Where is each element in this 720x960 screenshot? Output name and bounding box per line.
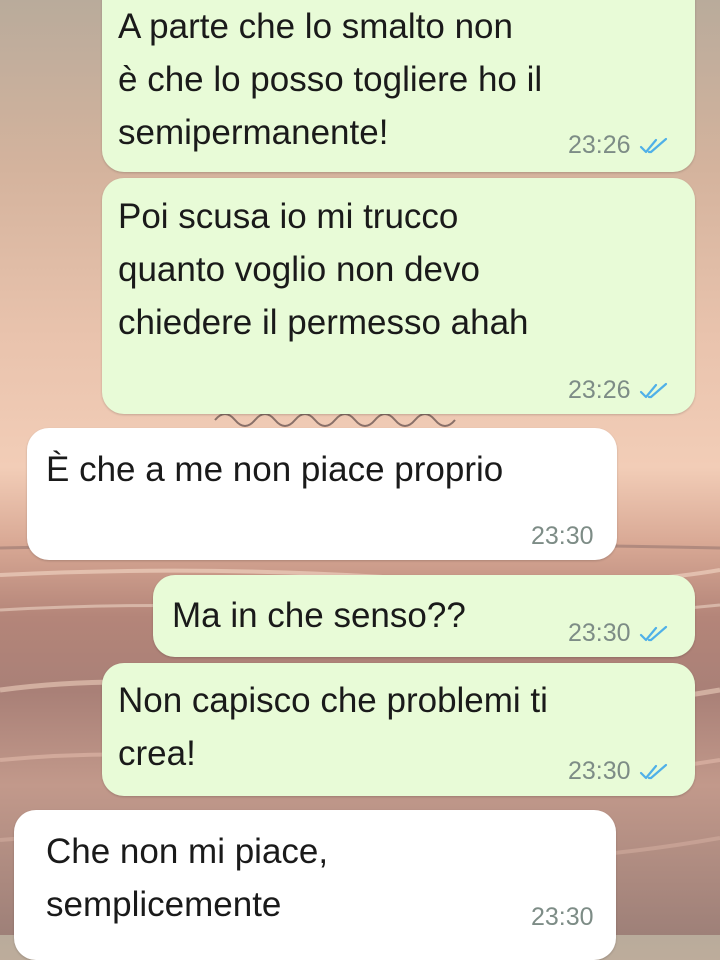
message-time: 23:30 (531, 522, 594, 550)
message-timestamp: 23:30 (568, 619, 669, 648)
double-check-icon (639, 137, 667, 153)
double-check-icon (639, 625, 667, 641)
message-time: 23:26 (568, 131, 631, 159)
message-text: Ma in che senso?? (172, 596, 466, 635)
double-check-icon (639, 763, 667, 779)
message-timestamp: 23:30 (531, 522, 594, 551)
message-text: Poi scusa io mi trucco quanto voglio non… (118, 197, 529, 342)
double-check-icon (639, 382, 667, 398)
message-time: 23:30 (568, 619, 631, 647)
message-timestamp: 23:30 (531, 903, 594, 932)
message-text: Che non mi piace, semplicemente (46, 832, 329, 924)
chat-message-list[interactable]: A parte che lo smalto non è che lo posso… (0, 0, 720, 960)
message-timestamp: 23:30 (568, 757, 669, 786)
message-timestamp: 23:26 (568, 376, 669, 405)
message-time: 23:30 (568, 757, 631, 785)
message-time: 23:26 (568, 376, 631, 404)
message-timestamp: 23:26 (568, 131, 669, 160)
message-text: È che a me non piace proprio (46, 450, 504, 489)
message-time: 23:30 (531, 903, 594, 931)
